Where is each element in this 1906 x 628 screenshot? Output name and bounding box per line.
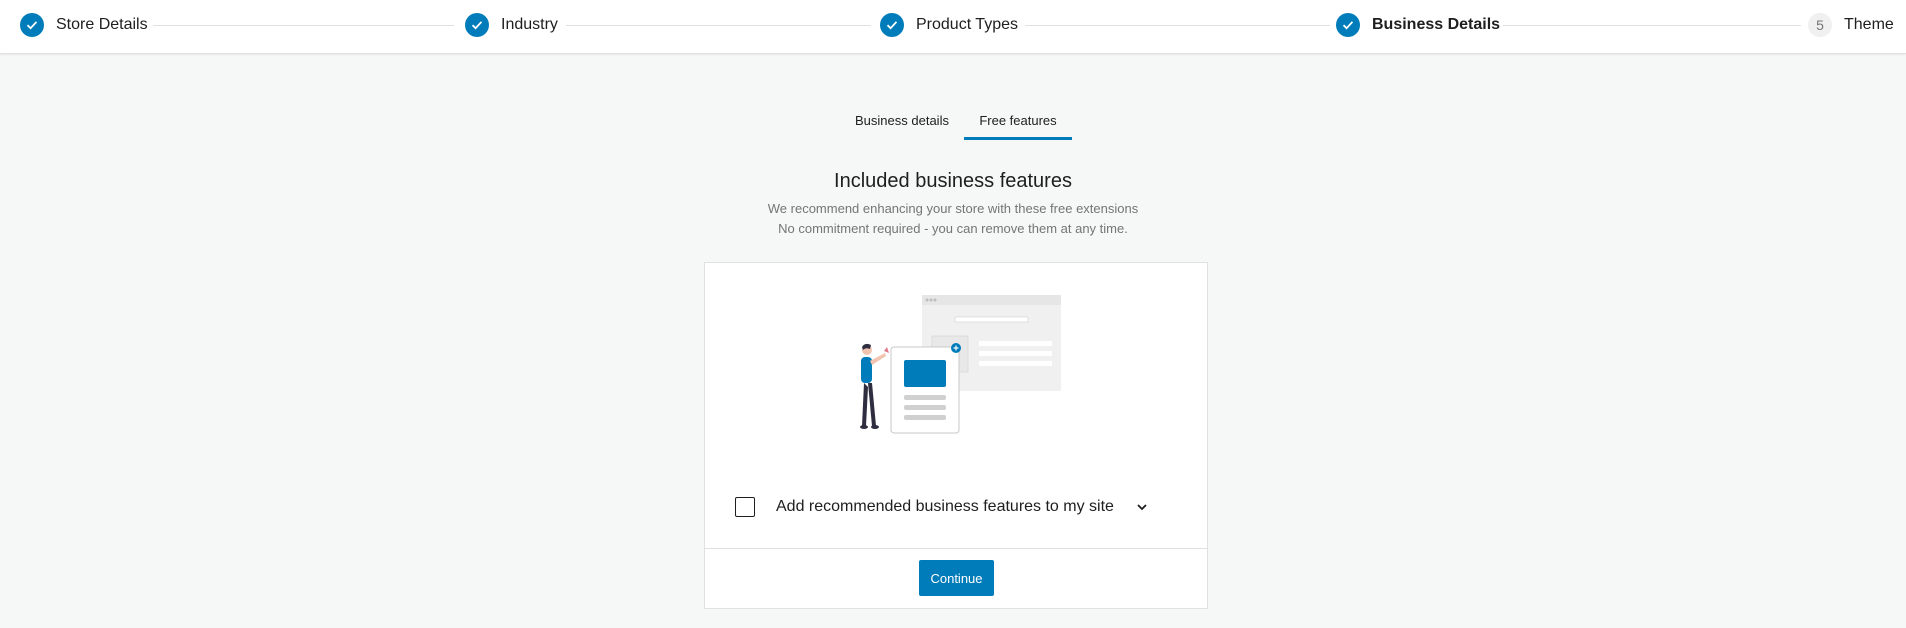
step-connector [1025,25,1330,26]
checkmark-icon [1336,13,1360,37]
tab-business-details[interactable]: Business details [848,100,956,140]
continue-button[interactable]: Continue [919,560,994,596]
step-number: 5 [1808,13,1832,37]
step-connector [153,25,454,26]
step-product-types[interactable]: Product Types [880,13,1018,37]
step-industry[interactable]: Industry [465,13,558,37]
step-business-details[interactable]: Business Details [1336,13,1500,37]
tab-label: Business details [855,112,949,128]
checkmark-icon [465,13,489,37]
step-connector [1503,25,1801,26]
step-label: Theme [1844,16,1894,33]
page-title: Included business features [834,170,1072,192]
business-features-illustration [860,295,1061,434]
checkmark-icon [880,13,904,37]
card-body: Add recommended business features to my … [705,263,1207,548]
step-label: Product Types [916,16,1018,33]
step-store-details[interactable]: Store Details [20,13,148,37]
step-connector [566,25,871,26]
add-features-option[interactable]: Add recommended business features to my … [735,495,1150,519]
chevron-down-icon[interactable] [1134,499,1150,515]
page-subtitle: We recommend enhancing your store with t… [767,201,1139,216]
setup-stepper: Store Details Industry Product Types Bus… [0,0,1906,54]
tab-free-features[interactable]: Free features [964,100,1072,140]
checkbox-label: Add recommended business features to my … [776,498,1114,515]
add-features-checkbox[interactable] [735,497,755,517]
page-subtitle: No commitment required - you can remove … [778,221,1128,236]
step-label: Business Details [1372,16,1501,33]
tab-label: Free features [979,112,1057,128]
features-card: Add recommended business features to my … [704,262,1208,609]
step-label: Industry [501,16,558,33]
step-label: Store Details [56,16,148,33]
checkmark-icon [20,13,44,37]
step-theme[interactable]: 5 Theme [1808,13,1894,37]
tab-bar: Business details Free features [0,100,1906,140]
